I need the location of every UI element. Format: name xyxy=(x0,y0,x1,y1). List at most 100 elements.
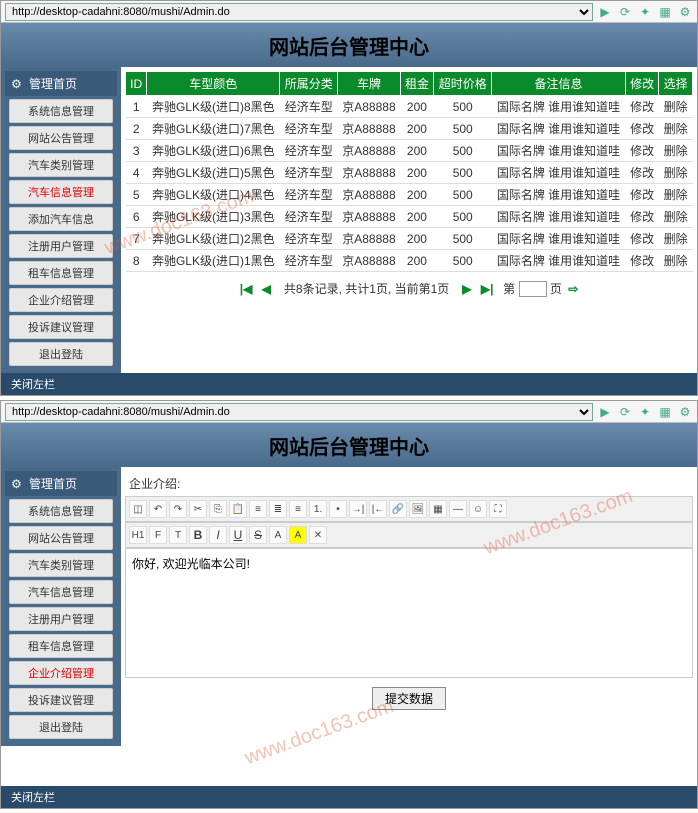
strike-icon[interactable]: S xyxy=(249,526,267,544)
copy-icon[interactable]: ⎘ xyxy=(209,500,227,518)
last-page-icon[interactable]: ▶| xyxy=(481,282,494,296)
tool-icon[interactable]: ✦ xyxy=(637,404,653,420)
sidebar-item[interactable]: 退出登陆 xyxy=(9,342,113,366)
grid-icon[interactable]: ▦ xyxy=(657,4,673,20)
cell[interactable]: 删除 xyxy=(659,184,693,206)
sidebar-item[interactable]: 退出登陆 xyxy=(9,715,113,739)
list-ol-icon[interactable]: 1. xyxy=(309,500,327,518)
list-ul-icon[interactable]: • xyxy=(329,500,347,518)
sidebar-item[interactable]: 汽车信息管理 xyxy=(9,180,113,204)
undo-icon[interactable]: ↶ xyxy=(149,500,167,518)
go-icon[interactable]: ▶ xyxy=(597,4,613,20)
link-icon[interactable]: 🔗 xyxy=(389,500,407,518)
sidebar-item[interactable]: 系统信息管理 xyxy=(9,499,113,523)
cut-icon[interactable]: ✂ xyxy=(189,500,207,518)
cell: 奔驰GLK级(进口)2黑色 xyxy=(147,228,280,250)
sidebar-item[interactable]: 投诉建议管理 xyxy=(9,688,113,712)
sidebar-item[interactable]: 添加汽车信息 xyxy=(9,207,113,231)
cell[interactable]: 修改 xyxy=(625,206,659,228)
cell[interactable]: 修改 xyxy=(625,184,659,206)
hr-icon[interactable]: — xyxy=(449,500,467,518)
paste-icon[interactable]: 📋 xyxy=(229,500,247,518)
h1-icon[interactable]: H1 xyxy=(129,526,147,544)
cell: 200 xyxy=(400,184,434,206)
italic-icon[interactable]: I xyxy=(209,526,227,544)
prev-page-icon[interactable]: ◀ xyxy=(262,282,271,296)
go-page-icon[interactable]: ⇨ xyxy=(568,282,578,296)
font-icon[interactable]: F xyxy=(149,526,167,544)
submit-button[interactable]: 提交数据 xyxy=(372,687,446,710)
cell[interactable]: 修改 xyxy=(625,140,659,162)
pager-label-di: 第 xyxy=(503,282,515,296)
sidebar-item[interactable]: 租车信息管理 xyxy=(9,261,113,285)
cell: 500 xyxy=(434,206,492,228)
sidebar-item[interactable]: 汽车类别管理 xyxy=(9,153,113,177)
sidebar-item[interactable]: 企业介绍管理 xyxy=(9,288,113,312)
cell[interactable]: 修改 xyxy=(625,118,659,140)
tool-icon[interactable]: ✦ xyxy=(637,4,653,20)
bg-color-icon[interactable]: A xyxy=(289,526,307,544)
sidebar-item[interactable]: 企业介绍管理 xyxy=(9,661,113,685)
emoji-icon[interactable]: ☺ xyxy=(469,500,487,518)
cell[interactable]: 删除 xyxy=(659,162,693,184)
grid-icon[interactable]: ▦ xyxy=(657,404,673,420)
next-page-icon[interactable]: ▶ xyxy=(462,282,471,296)
page-input[interactable] xyxy=(519,281,547,297)
close-left-bar[interactable]: 关闭左栏 xyxy=(1,373,697,395)
indent-icon[interactable]: →| xyxy=(349,500,367,518)
erase-icon[interactable]: ✕ xyxy=(309,526,327,544)
refresh-icon[interactable]: ⟳ xyxy=(617,404,633,420)
outdent-icon[interactable]: |← xyxy=(369,500,387,518)
rte-toolbar: ◫ ↶ ↷ ✂ ⎘ 📋 ≡ ≣ ≡ 1. • →| |← 🔗 🖼 ▦ — ☺ ⛶ xyxy=(125,496,693,522)
cell: 奔驰GLK级(进口)6黑色 xyxy=(147,140,280,162)
sidebar-item[interactable]: 汽车类别管理 xyxy=(9,553,113,577)
cell: 500 xyxy=(434,228,492,250)
url-select[interactable]: http://desktop-cadahni:8080/mushi/Admin.… xyxy=(5,403,593,421)
cell[interactable]: 修改 xyxy=(625,162,659,184)
content-area: ID车型颜色所属分类车牌租金超时价格备注信息修改选择 1奔驰GLK级(进口)8黑… xyxy=(121,67,697,373)
cell[interactable]: 修改 xyxy=(625,228,659,250)
cell[interactable]: 删除 xyxy=(659,96,693,118)
sidebar-title-label: 管理首页 xyxy=(29,75,77,92)
align-left-icon[interactable]: ≡ xyxy=(249,500,267,518)
sidebar-item[interactable]: 汽车信息管理 xyxy=(9,580,113,604)
cell: 8 xyxy=(126,250,147,272)
table-icon[interactable]: ▦ xyxy=(429,500,447,518)
text-color-icon[interactable]: A xyxy=(269,526,287,544)
sidebar-item[interactable]: 系统信息管理 xyxy=(9,99,113,123)
underline-icon[interactable]: U xyxy=(229,526,247,544)
refresh-icon[interactable]: ⟳ xyxy=(617,4,633,20)
gear-icon[interactable]: ⚙ xyxy=(677,404,693,420)
fullscreen-icon[interactable]: ⛶ xyxy=(489,500,507,518)
sidebar-item[interactable]: 注册用户管理 xyxy=(9,607,113,631)
editor-textarea[interactable]: 你好, 欢迎光临本公司! xyxy=(125,548,693,678)
go-icon[interactable]: ▶ xyxy=(597,404,613,420)
close-left-bar[interactable]: 关闭左栏 xyxy=(1,786,697,808)
redo-icon[interactable]: ↷ xyxy=(169,500,187,518)
sidebar-item[interactable]: 投诉建议管理 xyxy=(9,315,113,339)
sidebar-item[interactable]: 网站公告管理 xyxy=(9,526,113,550)
cell[interactable]: 修改 xyxy=(625,96,659,118)
sidebar-item[interactable]: 租车信息管理 xyxy=(9,634,113,658)
first-page-icon[interactable]: |◀ xyxy=(240,282,253,296)
cell[interactable]: 删除 xyxy=(659,250,693,272)
url-select[interactable]: http://desktop-cadahni:8080/mushi/Admin.… xyxy=(5,3,593,21)
sidebar-item[interactable]: 网站公告管理 xyxy=(9,126,113,150)
cell[interactable]: 删除 xyxy=(659,228,693,250)
size-icon[interactable]: T xyxy=(169,526,187,544)
gear-icon[interactable]: ⚙ xyxy=(677,4,693,20)
table-row: 3奔驰GLK级(进口)6黑色经济车型京A88888200500国际名牌 谁用谁知… xyxy=(126,140,693,162)
cell[interactable]: 删除 xyxy=(659,140,693,162)
col-header: 租金 xyxy=(400,72,434,96)
source-icon[interactable]: ◫ xyxy=(129,500,147,518)
image-icon[interactable]: 🖼 xyxy=(409,500,427,518)
align-center-icon[interactable]: ≣ xyxy=(269,500,287,518)
cell[interactable]: 修改 xyxy=(625,250,659,272)
cell: 经济车型 xyxy=(280,162,338,184)
cell[interactable]: 删除 xyxy=(659,206,693,228)
sidebar-item[interactable]: 注册用户管理 xyxy=(9,234,113,258)
align-right-icon[interactable]: ≡ xyxy=(289,500,307,518)
cell[interactable]: 删除 xyxy=(659,118,693,140)
cell: 经济车型 xyxy=(280,140,338,162)
bold-icon[interactable]: B xyxy=(189,526,207,544)
